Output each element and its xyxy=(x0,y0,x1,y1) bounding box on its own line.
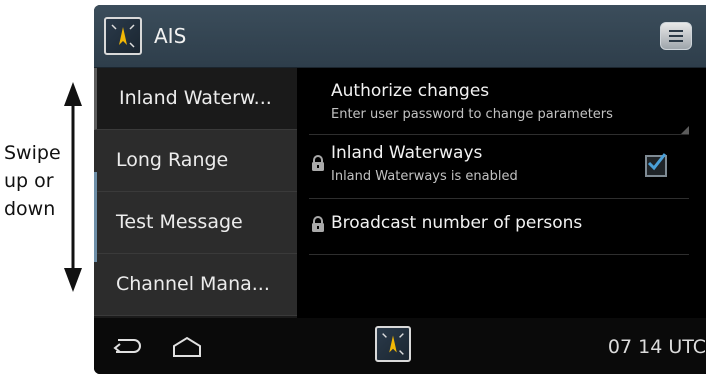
category-label: Long Range xyxy=(116,149,229,171)
back-icon[interactable] xyxy=(110,336,144,356)
authorize-changes-pref[interactable]: Authorize changes Enter user password to… xyxy=(309,68,689,135)
app-title: AIS xyxy=(154,24,187,48)
swipe-annotation: Swipe up or down xyxy=(0,82,90,292)
dialog-indicator-icon xyxy=(681,126,689,134)
settings-detail-pane: Authorize changes Enter user password to… xyxy=(297,68,706,318)
ais-compass-icon[interactable] xyxy=(104,17,142,55)
inland-waterways-checkbox[interactable] xyxy=(645,153,667,177)
checkmark-icon xyxy=(647,153,667,171)
navigation-bar: 07 14 UTC xyxy=(94,318,706,374)
category-long-range[interactable]: Long Range xyxy=(94,130,297,192)
category-label: Test Message xyxy=(116,211,243,233)
broadcast-persons-pref[interactable]: Broadcast number of persons xyxy=(309,199,689,255)
home-icon[interactable] xyxy=(170,336,204,358)
category-label: Channel Mana... xyxy=(116,273,270,295)
lock-icon xyxy=(312,155,324,171)
pref-title: Authorize changes xyxy=(331,81,490,101)
pref-subtitle: Inland Waterways is enabled xyxy=(331,169,518,184)
category-inland-waterways[interactable]: Inland Waterw... xyxy=(94,68,297,130)
swipe-hint-line: Swipe xyxy=(4,142,61,164)
swipe-hint-text: Swipe up or down xyxy=(4,139,64,223)
up-down-arrow-icon xyxy=(64,82,82,292)
device-screen: AIS Inland Waterw... Long Range Test Mes… xyxy=(94,5,706,374)
settings-category-list: Inland Waterw... Long Range Test Message… xyxy=(94,68,297,318)
utc-time: 07 14 UTC xyxy=(607,336,706,358)
action-bar: AIS xyxy=(94,5,706,68)
pref-subtitle: Enter user password to change parameters xyxy=(331,107,613,122)
menu-icon[interactable] xyxy=(660,22,692,50)
category-channel-management[interactable]: Channel Mana... xyxy=(94,254,297,316)
pref-title: Inland Waterways xyxy=(331,143,483,163)
ais-app-shortcut-icon[interactable] xyxy=(375,326,411,362)
pref-title: Broadcast number of persons xyxy=(331,213,583,233)
list-scroll-indicator[interactable] xyxy=(94,172,97,262)
category-label: Inland Waterw... xyxy=(119,87,272,109)
inland-waterways-pref[interactable]: Inland Waterways Inland Waterways is ena… xyxy=(309,135,689,199)
swipe-hint-line: up or xyxy=(4,170,54,192)
category-test-message[interactable]: Test Message xyxy=(94,192,297,254)
swipe-hint-line: down xyxy=(4,198,56,220)
lock-icon xyxy=(312,216,324,232)
